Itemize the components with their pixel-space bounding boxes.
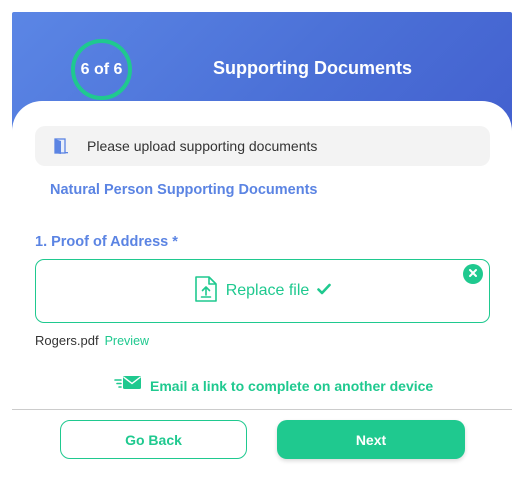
proof-of-address-label: 1. Proof of Address * <box>35 234 178 250</box>
next-button[interactable]: Next <box>277 420 465 459</box>
remove-file-button[interactable] <box>463 264 483 284</box>
door-icon <box>51 136 71 156</box>
step-indicator: 6 of 6 <box>71 39 132 100</box>
checkmark-icon <box>317 282 332 300</box>
preview-link[interactable]: Preview <box>105 334 149 348</box>
replace-file-label: Replace file <box>225 282 310 299</box>
notice-text: Please upload supporting documents <box>87 138 318 154</box>
upload-notice: Please upload supporting documents <box>35 126 490 166</box>
email-link-label: Email a link to complete on another devi… <box>150 377 434 394</box>
footer-divider <box>12 409 512 410</box>
page-title: Supporting Documents <box>213 58 412 78</box>
step-indicator-text: 6 of 6 <box>80 60 123 78</box>
go-back-button[interactable]: Go Back <box>60 420 247 459</box>
uploaded-file-row: Rogers.pdf Preview <box>35 333 149 348</box>
section-title: Natural Person Supporting Documents <box>50 182 318 198</box>
file-upload-dropzone[interactable]: Replace file <box>35 259 490 323</box>
file-upload-icon <box>194 275 218 308</box>
email-link-button[interactable]: Email a link to complete on another devi… <box>114 374 433 397</box>
close-icon <box>468 265 478 283</box>
email-fast-icon <box>114 374 142 397</box>
file-name: Rogers.pdf <box>35 333 99 348</box>
